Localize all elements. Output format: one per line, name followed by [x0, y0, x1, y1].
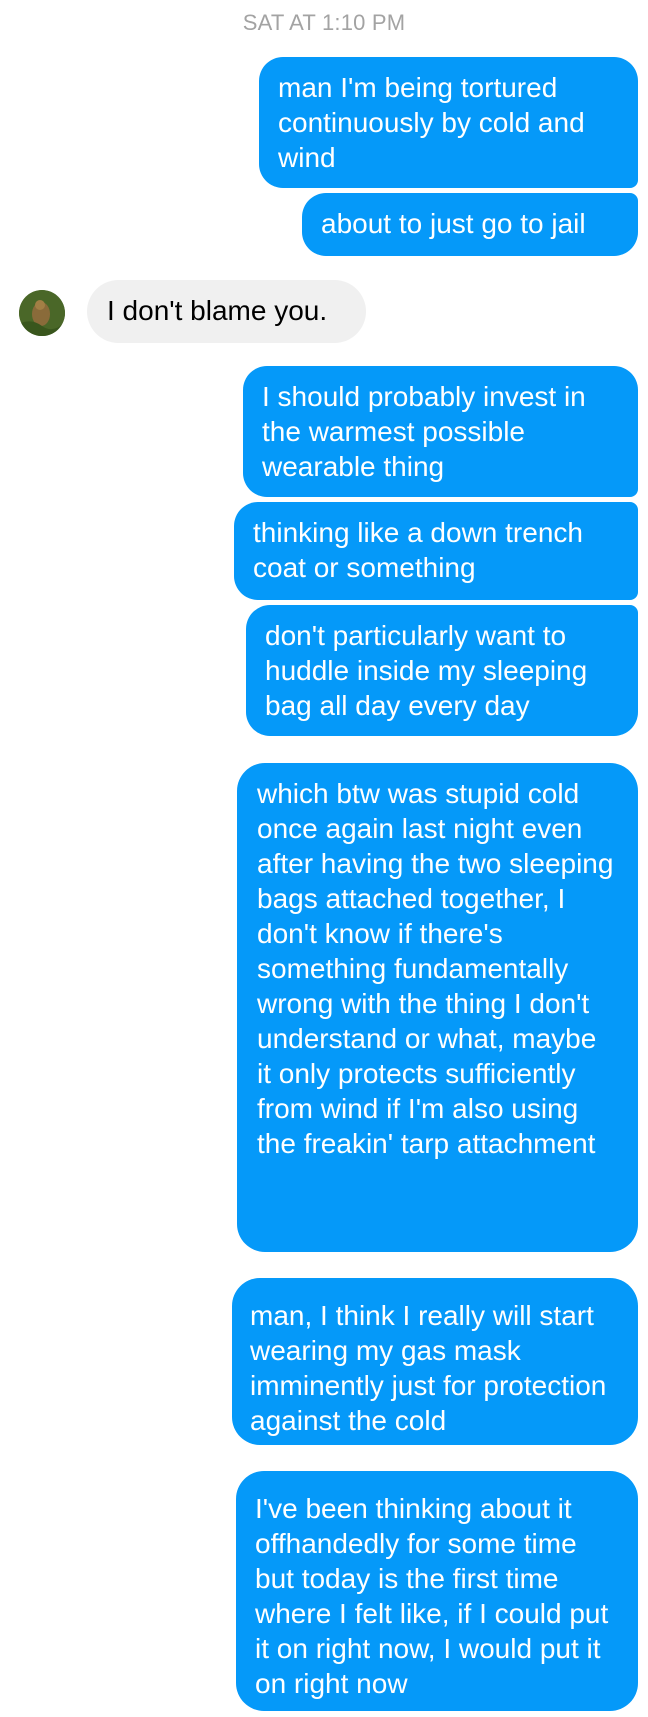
message-text: about to just go to jail [321, 208, 586, 239]
outgoing-message[interactable]: don't particularly want to huddle inside… [246, 605, 638, 736]
message-text: man, I think I really will start wearing… [250, 1300, 607, 1436]
outgoing-message[interactable]: man I'm being tortured continuously by c… [259, 57, 638, 188]
outgoing-message[interactable]: thinking like a down trench coat or some… [234, 502, 638, 600]
message-text: don't particularly want to huddle inside… [265, 620, 588, 721]
message-text: I should probably invest in the warmest … [262, 381, 586, 482]
message-timestamp: SAT AT 1:10 PM [242, 10, 406, 35]
incoming-message[interactable]: I don't blame you. [87, 280, 366, 343]
message-text: man I'm being tortured continuously by c… [278, 72, 585, 173]
avatar-photo-icon [19, 290, 65, 336]
message-text: I've been thinking about it offhandedly … [255, 1493, 609, 1699]
outgoing-message[interactable]: which btw was stupid cold once again las… [237, 763, 638, 1252]
contact-avatar[interactable] [19, 290, 65, 336]
outgoing-message[interactable]: about to just go to jail [302, 193, 638, 256]
outgoing-message[interactable]: man, I think I really will start wearing… [232, 1278, 638, 1445]
message-text: thinking like a down trench coat or some… [253, 517, 583, 583]
message-text: which btw was stupid cold once again las… [257, 778, 614, 1159]
outgoing-message[interactable]: I've been thinking about it offhandedly … [236, 1471, 638, 1711]
message-text: I don't blame you. [107, 295, 328, 326]
outgoing-message[interactable]: I should probably invest in the warmest … [243, 366, 638, 497]
